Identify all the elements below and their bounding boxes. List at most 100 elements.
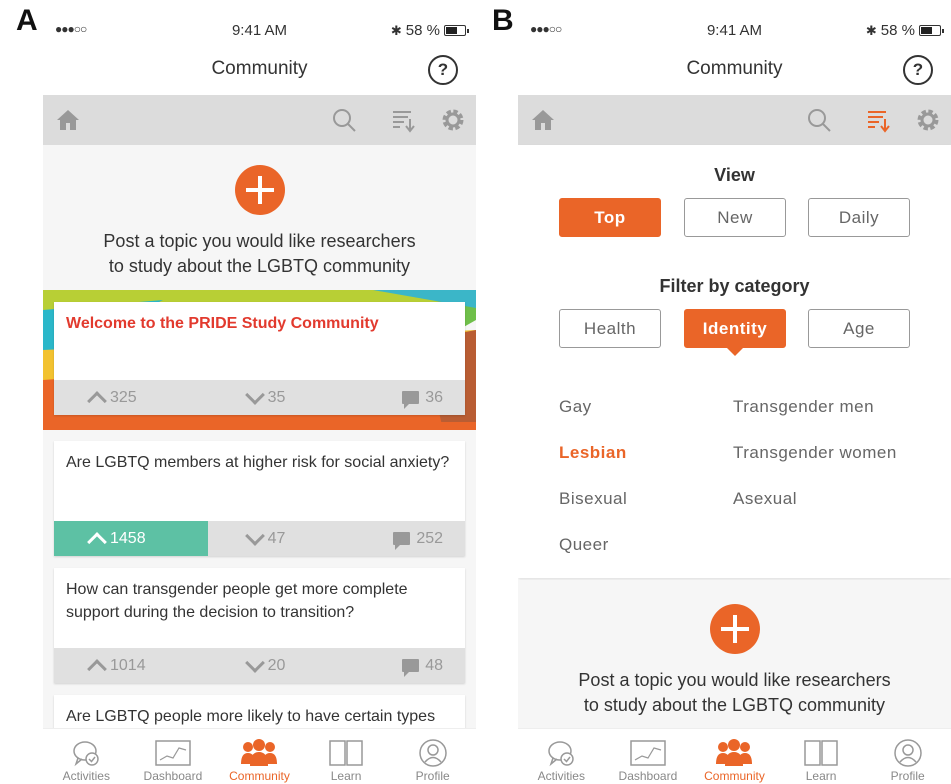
tab-activities[interactable]: Activities: [518, 729, 605, 784]
battery-indicator: ✱ 58 %: [390, 22, 469, 39]
tab-label: Community: [704, 769, 765, 783]
post-topic-section: Post a topic you would like researchers t…: [43, 145, 476, 291]
dashboard-icon: [155, 740, 191, 766]
post-title[interactable]: Are LGBTQ members at higher risk for soc…: [66, 451, 453, 474]
community-toolbar: [518, 95, 951, 145]
category-lesbian[interactable]: Lesbian: [559, 443, 627, 463]
tab-dashboard[interactable]: Dashboard: [605, 729, 692, 784]
upvote-button[interactable]: 1458: [54, 521, 208, 556]
filter-age-button[interactable]: Age: [808, 309, 910, 348]
downvote-button[interactable]: 35: [208, 380, 326, 415]
view-top-button[interactable]: Top: [559, 198, 661, 237]
activities-icon: [73, 741, 100, 767]
view-daily-button[interactable]: Daily: [808, 198, 910, 237]
search-icon[interactable]: [806, 107, 832, 133]
help-button[interactable]: ?: [428, 55, 458, 85]
upvote-icon: [87, 658, 107, 679]
upvote-icon: [87, 390, 107, 411]
post-title[interactable]: Are LGBTQ people more likely to have cer…: [66, 705, 453, 728]
post-card-featured[interactable]: Welcome to the PRIDE Study Community 325…: [54, 302, 465, 415]
downvote-button[interactable]: 47: [208, 521, 326, 556]
panel-label-b: B: [492, 4, 514, 37]
category-bisexual[interactable]: Bisexual: [559, 489, 627, 509]
vote-bar: 1458 47 252: [54, 521, 465, 556]
home-icon[interactable]: [55, 107, 81, 133]
tab-label: Learn: [805, 769, 837, 783]
search-icon[interactable]: [331, 107, 357, 133]
phone-a: ●●●○○ 9:41 AM ✱ 58 % Community ? Post a t…: [43, 0, 476, 784]
gear-icon[interactable]: [440, 107, 466, 133]
community-icon: [241, 739, 278, 766]
post-card[interactable]: Are LGBTQ members at higher risk for soc…: [54, 441, 465, 556]
comment-icon: [402, 391, 420, 409]
tab-label: Dashboard: [618, 769, 678, 783]
upvote-count: 1014: [110, 656, 146, 674]
tab-learn[interactable]: Learn: [303, 729, 390, 784]
page-title: Community: [686, 58, 783, 79]
sort-icon[interactable]: [390, 107, 416, 133]
tab-dashboard[interactable]: Dashboard: [130, 729, 217, 784]
upvote-button[interactable]: 325: [54, 380, 208, 415]
community-toolbar: [43, 95, 476, 145]
add-topic-button[interactable]: [709, 604, 760, 654]
add-topic-button[interactable]: [234, 165, 285, 215]
comments-button[interactable]: 36: [325, 380, 465, 415]
prompt-line-1: Post a topic you would like researchers: [103, 231, 416, 251]
tab-activities[interactable]: Activities: [43, 729, 130, 784]
page-title: Community: [211, 58, 308, 79]
downvote-button[interactable]: 20: [208, 648, 326, 683]
view-new-button[interactable]: New: [684, 198, 786, 237]
tab-label: Profile: [890, 769, 925, 783]
sort-icon[interactable]: [865, 107, 891, 133]
tab-learn[interactable]: Learn: [778, 729, 865, 784]
post-list: Are LGBTQ members at higher risk for soc…: [43, 430, 476, 755]
dashboard-icon: [630, 740, 666, 766]
filter-health-button[interactable]: Health: [559, 309, 661, 348]
learn-icon: [329, 740, 363, 766]
prompt-line-1: Post a topic you would like researchers: [578, 670, 891, 690]
downvote-count: 47: [267, 529, 286, 547]
category-transgender-women[interactable]: Transgender women: [733, 443, 897, 463]
comment-count: 48: [425, 656, 444, 674]
post-card[interactable]: How can transgender people get more comp…: [54, 568, 465, 683]
category-asexual[interactable]: Asexual: [733, 489, 797, 509]
bluetooth-icon: ✱: [390, 22, 402, 38]
tab-community[interactable]: Community: [691, 729, 778, 784]
learn-icon: [804, 740, 838, 766]
tab-label: Profile: [415, 769, 450, 783]
post-topic-prompt: Post a topic you would like researchers t…: [43, 229, 476, 279]
profile-icon: [418, 739, 447, 767]
help-button[interactable]: ?: [903, 55, 933, 85]
prompt-line-2: to study about the LGBTQ community: [108, 256, 411, 276]
vote-bar: 1014 20 48: [54, 648, 465, 683]
filter-heading: Filter by category: [659, 276, 810, 296]
comment-icon: [393, 532, 411, 550]
gear-icon[interactable]: [915, 107, 941, 133]
tab-label: Learn: [330, 769, 362, 783]
filter-identity-button[interactable]: Identity: [684, 309, 786, 348]
tab-bar: Activities Dashboard Community Learn Pro…: [518, 728, 951, 784]
category-gay[interactable]: Gay: [559, 397, 592, 417]
tab-profile[interactable]: Profile: [864, 729, 951, 784]
category-queer[interactable]: Queer: [559, 535, 609, 555]
category-transgender-men[interactable]: Transgender men: [733, 397, 874, 417]
battery-icon: [919, 25, 944, 36]
downvote-icon: [244, 525, 265, 546]
panel-label-a: A: [16, 4, 38, 37]
post-title[interactable]: How can transgender people get more comp…: [66, 578, 453, 624]
comments-button[interactable]: 252: [325, 521, 465, 556]
home-icon[interactable]: [530, 107, 556, 133]
comments-button[interactable]: 48: [325, 648, 465, 683]
battery-indicator: ✱ 58 %: [866, 22, 944, 39]
post-title[interactable]: Welcome to the PRIDE Study Community: [66, 312, 453, 335]
featured-banner: Welcome to the PRIDE Study Community 325…: [43, 290, 476, 430]
comment-icon: [402, 659, 420, 677]
status-bar: ●●●○○ 9:41 AM ✱ 58 %: [518, 18, 951, 46]
view-heading: View: [714, 165, 755, 185]
battery-percent: 58 %: [880, 22, 915, 39]
tab-community[interactable]: Community: [216, 729, 303, 784]
tab-profile[interactable]: Profile: [389, 729, 476, 784]
downvote-icon: [244, 384, 265, 405]
upvote-button[interactable]: 1014: [54, 648, 208, 683]
battery-percent: 58 %: [405, 22, 440, 39]
